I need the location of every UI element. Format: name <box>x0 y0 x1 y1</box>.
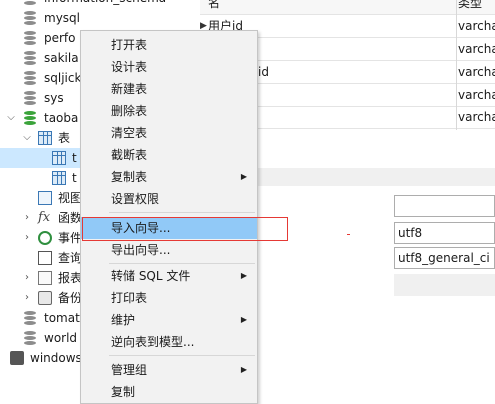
column-header-type[interactable]: 类型 <box>458 0 482 14</box>
menu-item-reverse-to-model[interactable]: 逆向表到模型... <box>81 331 257 353</box>
cell-type[interactable]: varcha <box>458 38 495 60</box>
tree-item-label: perfo <box>44 31 76 45</box>
menu-item-label: 设计表 <box>111 60 148 74</box>
connection-icon <box>10 351 24 365</box>
column-divider[interactable] <box>456 0 457 130</box>
chevron-right-icon[interactable]: › <box>22 268 32 288</box>
tree-item-label: mysql <box>44 11 80 25</box>
tree-item-label: 报表 <box>58 271 83 285</box>
tree-item-label: 函数 <box>58 211 83 225</box>
tree-item-label: t <box>72 151 77 165</box>
menu-item-label: 打印表 <box>111 291 148 305</box>
database-icon <box>24 331 38 345</box>
tree-item-label: 表 <box>58 131 71 145</box>
cell-type[interactable]: varcha <box>458 106 495 128</box>
menu-item-label: 复制 <box>111 385 136 399</box>
tree-item-label: taoba <box>44 111 79 125</box>
menu-item-new-table[interactable]: 新建表 <box>81 78 257 100</box>
chevron-down-icon[interactable]: ⌵ <box>22 128 32 148</box>
charset-field[interactable]: utf8 <box>394 222 495 244</box>
table-icon <box>52 151 66 165</box>
cell-type[interactable]: varcha <box>458 61 495 83</box>
menu-item-label: 复制表 <box>111 170 148 184</box>
view-icon <box>38 191 52 205</box>
tree-item-label: world <box>44 331 78 345</box>
chevron-right-icon[interactable]: › <box>22 288 32 308</box>
tree-item-label: information_schema <box>44 0 166 8</box>
menu-item-label: 截断表 <box>111 148 148 162</box>
query-icon <box>38 251 52 265</box>
database-icon <box>24 31 38 45</box>
empty-property-field[interactable] <box>394 195 495 217</box>
menu-item-manage-groups[interactable]: 管理组 ▶ <box>81 359 257 381</box>
annotation-mark <box>347 234 350 235</box>
menu-item-design-table[interactable]: 设计表 <box>81 56 257 78</box>
cell-type[interactable]: varcha <box>458 84 495 106</box>
menu-item-label: 打开表 <box>111 38 148 52</box>
tree-item-label: tomat <box>44 311 80 325</box>
report-icon <box>38 271 52 285</box>
menu-item-export-wizard[interactable]: 导出向导... <box>81 239 257 261</box>
submenu-arrow-icon: ▶ <box>240 365 247 374</box>
menu-item-dump-sql[interactable]: 转储 SQL 文件 ▶ <box>81 265 257 287</box>
database-icon <box>24 11 38 25</box>
tree-item-label: windows <box>30 351 82 365</box>
menu-item-set-permissions[interactable]: 设置权限 <box>81 188 257 210</box>
submenu-arrow-icon: ▶ <box>240 315 247 324</box>
tree-item-label: sqljick <box>44 71 82 85</box>
menu-item-label: 删除表 <box>111 104 148 118</box>
tree-item-information-schema[interactable]: information_schema <box>0 0 200 8</box>
database-icon <box>24 51 38 65</box>
table-icon <box>52 171 66 185</box>
tree-item-label: 查询 <box>58 251 83 265</box>
menu-item-delete-table[interactable]: 删除表 <box>81 100 257 122</box>
menu-item-label: 新建表 <box>111 82 148 96</box>
tree-item-label: sakila <box>44 51 79 65</box>
menu-item-empty-table[interactable]: 清空表 <box>81 122 257 144</box>
database-icon <box>24 71 38 85</box>
menu-separator <box>109 263 255 264</box>
menu-item-label: 转储 SQL 文件 <box>111 269 191 283</box>
column-header-name[interactable]: 名 <box>208 0 220 14</box>
submenu-arrow-icon: ▶ <box>240 271 247 280</box>
database-icon <box>24 311 38 325</box>
chevron-right-icon[interactable]: › <box>22 208 32 228</box>
tree-item-label: 视图 <box>58 191 83 205</box>
tree-item-mysql[interactable]: mysql <box>0 8 200 28</box>
backup-icon <box>38 291 52 305</box>
menu-item-copy[interactable]: 复制 <box>81 381 257 403</box>
menu-item-label: 管理组 <box>111 363 148 377</box>
cell-name[interactable]: id <box>258 61 269 83</box>
menu-item-label: 维护 <box>111 313 136 327</box>
chevron-right-icon[interactable]: › <box>22 228 32 248</box>
chevron-down-icon[interactable]: ⌵ <box>6 108 16 128</box>
menu-item-duplicate-table[interactable]: 复制表 ▶ <box>81 166 257 188</box>
menu-item-label: 设置权限 <box>111 192 160 206</box>
menu-item-truncate-table[interactable]: 截断表 <box>81 144 257 166</box>
database-icon <box>24 91 38 105</box>
tree-item-label: sys <box>44 91 64 105</box>
cell-type[interactable]: varcha <box>458 15 495 37</box>
annotation-highlight-box <box>82 217 288 241</box>
clock-icon <box>38 231 52 245</box>
tree-item-label: 备份 <box>58 291 83 305</box>
menu-item-label: 导出向导... <box>111 243 171 257</box>
menu-item-label: 逆向表到模型... <box>111 335 195 349</box>
menu-item-print-table[interactable]: 打印表 <box>81 287 257 309</box>
grid-header: 名 类型 <box>200 0 495 15</box>
tree-item-label: t <box>72 171 77 185</box>
submenu-arrow-icon: ▶ <box>240 172 247 181</box>
menu-item-open-table[interactable]: 打开表 <box>81 34 257 56</box>
tree-item-label: 事件 <box>58 231 83 245</box>
menu-item-maintain[interactable]: 维护 ▶ <box>81 309 257 331</box>
menu-item-label: 清空表 <box>111 126 148 140</box>
menu-separator <box>109 355 255 356</box>
table-folder-icon <box>38 131 52 145</box>
function-icon: fx <box>38 210 51 225</box>
database-icon <box>24 111 38 125</box>
collation-field[interactable]: utf8_general_ci <box>394 247 495 269</box>
menu-separator <box>109 212 255 213</box>
database-icon <box>24 0 38 5</box>
property-button-area <box>394 274 495 296</box>
